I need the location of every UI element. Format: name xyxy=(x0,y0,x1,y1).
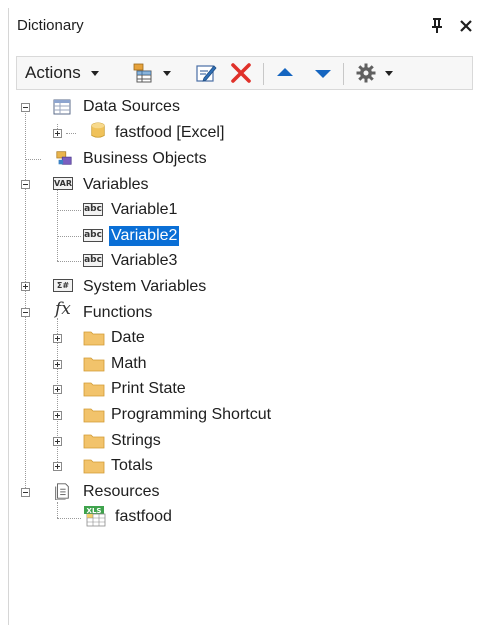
expand-toggle[interactable] xyxy=(53,411,62,420)
tree-node-label: Business Objects xyxy=(83,150,207,167)
tree-line xyxy=(25,111,26,496)
tree-node-resources[interactable]: Resources xyxy=(81,480,161,504)
settings-menu-button[interactable] xyxy=(355,57,393,89)
tree-node-label: fastfood [Excel] xyxy=(115,124,225,141)
tree-line xyxy=(66,133,76,134)
tree-node-business-objects[interactable]: Business Objects xyxy=(81,147,209,171)
collapse-toggle[interactable] xyxy=(21,488,30,497)
move-down-icon xyxy=(315,70,331,78)
tree-node-variable2[interactable]: Variable2 xyxy=(109,224,180,248)
tree-line xyxy=(57,518,81,519)
string-variable-icon: abc xyxy=(83,254,103,267)
tree-node-label: Variables xyxy=(83,176,149,193)
edit-icon xyxy=(196,65,217,82)
tree-node-functions[interactable]: Functions xyxy=(81,301,154,325)
tree-node-fastfood-excel[interactable]: fastfood [Excel] xyxy=(113,121,226,145)
tree-node-label: System Variables xyxy=(83,278,207,295)
pin-icon[interactable] xyxy=(429,16,445,34)
expand-toggle[interactable] xyxy=(21,282,30,291)
tree-node-variables[interactable]: Variables xyxy=(81,173,151,197)
tree-line xyxy=(57,236,81,237)
delete-button[interactable] xyxy=(229,57,253,89)
tree-node-label: Functions xyxy=(83,304,153,321)
tree-node-variable3[interactable]: Variable3 xyxy=(109,249,179,273)
folder-icon xyxy=(83,331,105,346)
functions-icon: fx xyxy=(55,299,71,319)
tree-node-label: Date xyxy=(111,329,145,346)
delete-icon xyxy=(231,63,251,83)
move-up-icon xyxy=(277,68,293,76)
tree-node-variable1[interactable]: Variable1 xyxy=(109,198,179,222)
database-icon xyxy=(91,122,105,138)
dictionary-panel: Dictionary Actions Data Sources fastfood… xyxy=(8,8,478,625)
chevron-down-icon xyxy=(385,70,393,76)
tree-node-label: Totals xyxy=(111,457,153,474)
expand-toggle[interactable] xyxy=(53,334,62,343)
tree-node-date[interactable]: Date xyxy=(109,326,147,350)
close-icon[interactable] xyxy=(458,16,474,34)
new-item-icon xyxy=(133,63,152,83)
tree-node-label: Print State xyxy=(111,380,186,397)
settings-icon xyxy=(356,63,376,83)
panel-title: Dictionary xyxy=(17,17,84,34)
tree-line xyxy=(57,189,58,261)
tree-node-programming-shortcut[interactable]: Programming Shortcut xyxy=(109,403,273,427)
expand-toggle[interactable] xyxy=(53,385,62,394)
tree-node-label: Resources xyxy=(83,483,160,500)
folder-icon xyxy=(83,459,105,474)
tree-node-math[interactable]: Math xyxy=(109,352,149,376)
string-variable-icon: abc xyxy=(83,229,103,242)
tree-line xyxy=(57,502,58,518)
excel-file-icon: XLS xyxy=(84,506,106,527)
business-objects-icon xyxy=(56,151,72,165)
move-down-button[interactable] xyxy=(313,57,333,89)
tree-node-system-variables[interactable]: System Variables xyxy=(81,275,208,299)
data-sources-icon xyxy=(53,99,71,115)
tree-node-label-selected: Variable2 xyxy=(109,226,180,246)
actions-label: Actions xyxy=(25,63,81,82)
string-variable-icon: abc xyxy=(83,203,103,216)
expand-toggle[interactable] xyxy=(53,129,62,138)
chevron-down-icon xyxy=(90,70,99,76)
tree-node-label: Math xyxy=(111,355,147,372)
tree-line xyxy=(57,261,81,262)
collapse-toggle[interactable] xyxy=(21,103,30,112)
resources-icon xyxy=(55,483,69,500)
chevron-down-icon xyxy=(163,70,171,76)
tree-node-label: Data Sources xyxy=(83,98,180,115)
tree-node-strings[interactable]: Strings xyxy=(109,429,163,453)
variables-icon: VAR xyxy=(53,177,73,190)
panel-titlebar: Dictionary xyxy=(9,8,478,44)
folder-icon xyxy=(83,408,105,423)
toolbar-separator xyxy=(343,63,344,85)
tree-node-print-state[interactable]: Print State xyxy=(109,377,188,401)
tree-node-fastfood-resource[interactable]: fastfood xyxy=(113,505,174,529)
tree-node-label: Strings xyxy=(111,432,161,449)
tree-line xyxy=(57,210,81,211)
tree-node-label: Programming Shortcut xyxy=(111,406,272,423)
expand-toggle[interactable] xyxy=(53,462,62,471)
actions-menu-button[interactable]: Actions xyxy=(25,57,99,89)
collapse-toggle[interactable] xyxy=(21,180,30,189)
toolbar-separator xyxy=(263,63,264,85)
tree-node-data-sources[interactable]: Data Sources xyxy=(81,95,182,119)
tree-node-totals[interactable]: Totals xyxy=(109,454,155,478)
tree-node-label: Variable3 xyxy=(111,252,178,269)
tree-line xyxy=(25,159,41,160)
expand-toggle[interactable] xyxy=(53,437,62,446)
collapse-toggle[interactable] xyxy=(21,308,30,317)
edit-button[interactable] xyxy=(195,57,217,89)
tree-node-label: fastfood xyxy=(115,508,172,525)
tree-node-label: Variable1 xyxy=(111,201,178,218)
new-item-button[interactable] xyxy=(131,57,171,89)
move-up-button[interactable] xyxy=(275,57,295,89)
folder-icon xyxy=(83,382,105,397)
folder-icon xyxy=(83,357,105,372)
dictionary-toolbar: Actions xyxy=(16,56,473,90)
system-variables-icon: Σ# xyxy=(53,279,73,292)
expand-toggle[interactable] xyxy=(53,360,62,369)
folder-icon xyxy=(83,434,105,449)
